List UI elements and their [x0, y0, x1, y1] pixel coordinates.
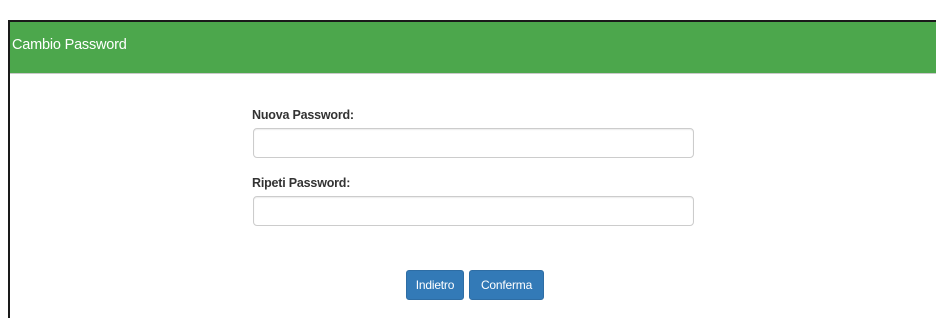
change-password-panel: Cambio Password Nuova Password: Ripeti P…: [8, 20, 936, 318]
panel-title: Cambio Password: [12, 37, 127, 53]
repeat-password-label: Ripeti Password:: [252, 176, 351, 190]
back-button[interactable]: Indietro: [406, 270, 464, 300]
panel-header: Cambio Password: [10, 22, 936, 74]
repeat-password-input[interactable]: [253, 196, 694, 226]
new-password-input[interactable]: [253, 128, 694, 158]
new-password-label: Nuova Password:: [252, 108, 354, 122]
confirm-button[interactable]: Conferma: [469, 270, 544, 300]
